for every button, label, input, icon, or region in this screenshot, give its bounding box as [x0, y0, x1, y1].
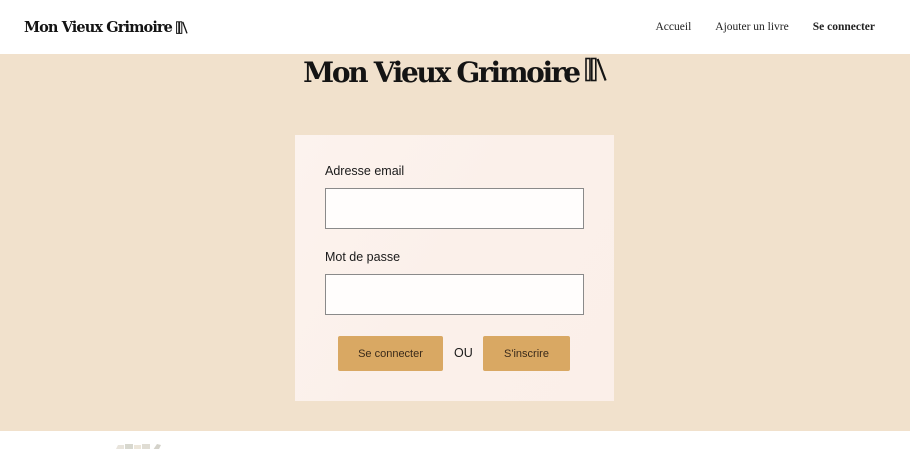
signup-button[interactable]: S'inscrire	[483, 336, 570, 371]
login-form: Adresse email Mot de passe Se connecter …	[295, 135, 614, 401]
password-label: Mot de passe	[325, 250, 401, 264]
site-header: Mon Vieux Grimoire Accueil Ajouter un li…	[0, 0, 910, 54]
nav-home-link[interactable]: Accueil	[656, 21, 692, 33]
nav-add-book-link[interactable]: Ajouter un livre	[715, 21, 788, 33]
main-content: Mon Vieux Grimoire Adresse email Mot de …	[0, 54, 910, 431]
or-separator: OU	[454, 346, 473, 360]
books-icon	[176, 20, 188, 34]
logo-text: Mon Vieux Grimoire	[24, 18, 173, 36]
hero-logo-text: Mon Vieux Grimoire	[303, 55, 581, 89]
books-icon	[585, 57, 607, 87]
books-decoration-icon	[112, 440, 164, 449]
main-nav: Accueil Ajouter un livre Se connecter	[656, 21, 887, 33]
site-footer	[0, 431, 910, 449]
email-field[interactable]	[325, 188, 584, 229]
hero-logo: Mon Vieux Grimoire	[0, 54, 910, 90]
email-label: Adresse email	[325, 164, 405, 178]
nav-login-link[interactable]: Se connecter	[813, 21, 875, 33]
login-button[interactable]: Se connecter	[338, 336, 443, 371]
site-logo[interactable]: Mon Vieux Grimoire	[24, 19, 188, 36]
password-field[interactable]	[325, 274, 584, 315]
